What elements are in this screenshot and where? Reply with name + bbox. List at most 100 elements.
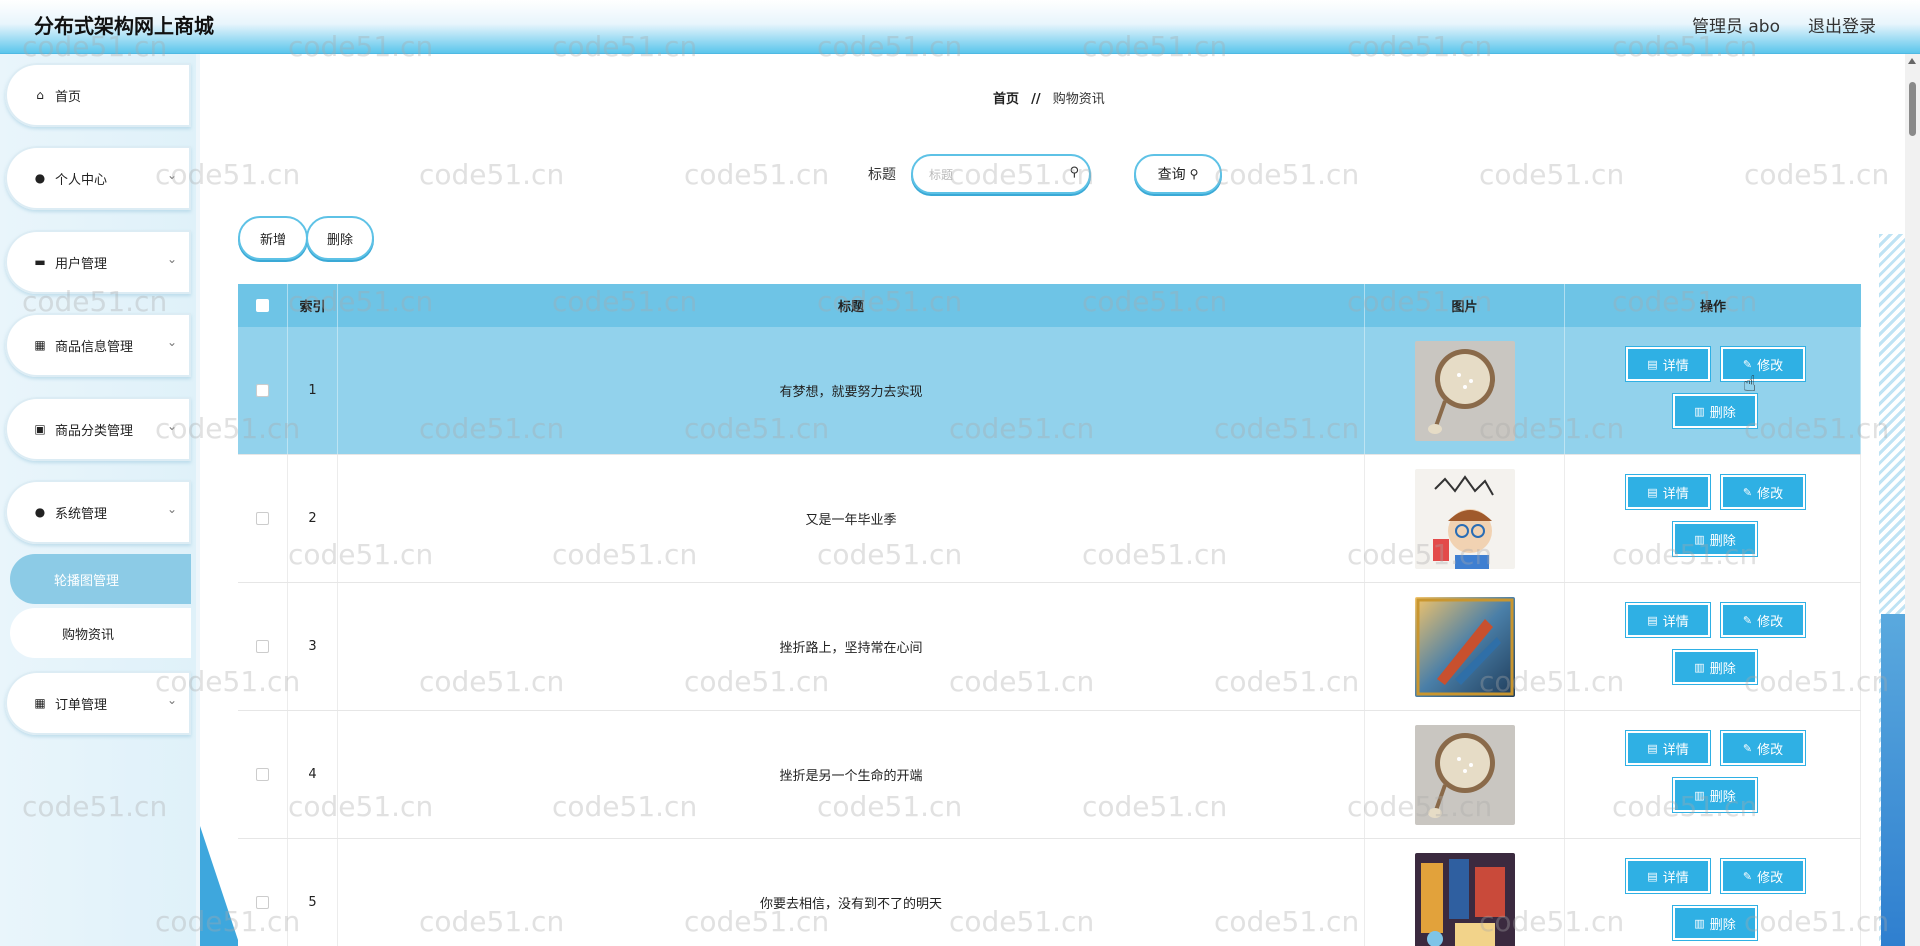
trash-icon: ▥ [1694, 916, 1705, 930]
pencil-icon: ✎ [1742, 357, 1753, 371]
rice-bowl-image [1414, 340, 1515, 441]
row-ops: ▤ 详情 ✎ 修改 ▥ 删除 [1565, 455, 1860, 582]
scroll-thumb[interactable] [1909, 82, 1916, 136]
row-image-cell [1365, 455, 1565, 582]
delete-button[interactable]: ▥ 删除 [1673, 906, 1757, 940]
search-label: 标题 [868, 167, 896, 183]
row-checkbox[interactable] [256, 768, 269, 781]
detail-button[interactable]: ▤ 详情 [1626, 731, 1710, 765]
person-icon: ● [34, 505, 46, 519]
row-ops-cell: ▤ 详情 ✎ 修改 ▥ 删除 [1565, 839, 1861, 946]
grid-icon: ▦ [34, 696, 46, 710]
sidebar-item-home[interactable]: ⌂ 首页 [5, 63, 191, 127]
decor-triangle [200, 826, 240, 946]
scroll-up-arrow-icon[interactable] [1908, 58, 1916, 64]
table-row[interactable]: 5 你要去相信，没有到不了的明天 ▤ 详情 ✎ 修改 ▥ 删除 [238, 839, 1861, 946]
edit-button[interactable]: ✎ 修改 [1721, 347, 1805, 381]
document-icon: ▤ [1647, 869, 1658, 883]
detail-button[interactable]: ▤ 详情 [1626, 859, 1710, 893]
header-index: 索引 [288, 284, 338, 327]
sidebar-subitem-carousel[interactable]: 轮播图管理 [10, 554, 191, 604]
edit-button[interactable]: ✎ 修改 [1721, 475, 1805, 509]
row-ops-cell: ▤ 详情 ✎ 修改 ▥ 删除 [1565, 711, 1861, 838]
detail-button[interactable]: ▤ 详情 [1626, 603, 1710, 637]
sidebar-item-personal-center[interactable]: ● 个人中心 ⌄ [5, 146, 191, 210]
chevron-down-icon: ⌄ [166, 168, 177, 182]
pencil-icon: ✎ [1742, 485, 1753, 499]
delete-button[interactable]: ▥ 删除 [1673, 522, 1757, 556]
delete-label: 删除 [1709, 405, 1736, 421]
trash-icon: ▥ [1694, 660, 1705, 674]
delete-button[interactable]: ▥ 删除 [1673, 778, 1757, 812]
rice-bowl-image [1414, 724, 1515, 825]
edit-button[interactable]: ✎ 修改 [1721, 859, 1805, 893]
add-button[interactable]: 新增 [238, 216, 308, 260]
table-row[interactable]: 4 挫折是另一个生命的开端 ▤ 详情 ✎ 修改 ▥ 删除 [238, 711, 1861, 839]
table-row[interactable]: 3 挫折路上，坚持常在心间 ▤ 详情 ✎ 修改 ▥ 删除 [238, 583, 1861, 711]
header-title: 标题 [338, 284, 1365, 327]
row-index: 2 [288, 455, 338, 582]
detail-label: 详情 [1662, 614, 1689, 630]
header-ops: 操作 [1699, 300, 1726, 315]
row-index: 4 [288, 711, 338, 838]
user-manage-icon: ▬ [34, 255, 46, 269]
header-image: 图片 [1365, 284, 1565, 327]
pencil-icon: ✎ [1742, 613, 1753, 627]
home-icon: ⌂ [36, 88, 44, 102]
breadcrumb-separator: // [1031, 92, 1041, 107]
row-checkbox[interactable] [256, 640, 269, 653]
row-ops: ▤ 详情 ✎ 修改 ▥ 删除 [1565, 327, 1860, 454]
logout-link[interactable]: 退出登录 [1808, 12, 1876, 37]
grid-icon: ▦ [34, 338, 46, 352]
row-index: 3 [288, 583, 338, 710]
delete-button[interactable]: ▥ 删除 [1673, 394, 1757, 428]
sidebar: ⌂ 首页 ● 个人中心 ⌄ ▬ 用户管理 ⌄ ▦ 商品信息管理 ⌄ ▣ 商品分类… [0, 54, 196, 946]
select-all-checkbox[interactable] [256, 299, 269, 312]
sidebar-item-orders[interactable]: ▦ 订单管理 ⌄ [5, 671, 191, 735]
document-icon: ▤ [1647, 357, 1658, 371]
row-ops: ▤ 详情 ✎ 修改 ▥ 删除 [1565, 839, 1860, 946]
table-row[interactable]: 1 有梦想，就要努力去实现 ▤ 详情 ✎ 修改 ▥ 删除 [238, 327, 1861, 455]
edit-label: 修改 [1757, 870, 1784, 886]
row-checkbox[interactable] [256, 512, 269, 525]
chevron-down-icon: ⌄ [166, 502, 177, 516]
search-icon: ⚲ [1189, 167, 1199, 181]
row-select-cell [238, 711, 288, 838]
row-ops-cell: ▤ 详情 ✎ 修改 ▥ 删除 [1565, 583, 1861, 710]
person-icon: ● [34, 171, 46, 185]
app-title: 分布式架构网上商城 [34, 14, 214, 38]
edit-label: 修改 [1757, 742, 1784, 758]
chevron-down-icon: ⌄ [166, 419, 177, 433]
query-button[interactable]: 查询 ⚲ [1134, 154, 1222, 194]
sidebar-item-user-management[interactable]: ▬ 用户管理 ⌄ [5, 230, 191, 294]
batch-delete-button[interactable]: 删除 [306, 216, 374, 260]
edit-button[interactable]: ✎ 修改 [1721, 603, 1805, 637]
detail-button[interactable]: ▤ 详情 [1626, 347, 1710, 381]
delete-button[interactable]: ▥ 删除 [1673, 650, 1757, 684]
edit-label: 修改 [1757, 486, 1784, 502]
page-scrollbar[interactable] [1905, 54, 1920, 946]
sidebar-item-product-info[interactable]: ▦ 商品信息管理 ⌄ [5, 313, 191, 377]
sidebar-item-product-category[interactable]: ▣ 商品分类管理 ⌄ [5, 397, 191, 461]
breadcrumb-home[interactable]: 首页 [993, 92, 1019, 107]
search-input[interactable] [927, 164, 1061, 186]
row-checkbox[interactable] [256, 896, 269, 909]
user-info: 管理员 abo [1691, 17, 1780, 37]
row-checkbox[interactable] [256, 384, 269, 397]
row-image-cell [1365, 839, 1565, 946]
detail-button[interactable]: ▤ 详情 [1626, 475, 1710, 509]
pencil-icon: ✎ [1742, 869, 1753, 883]
row-index: 5 [288, 839, 338, 946]
table-row[interactable]: 2 又是一年毕业季 ▤ 详情 ✎ 修改 ▥ 删除 [238, 455, 1861, 583]
row-image-cell [1365, 711, 1565, 838]
sidebar-item-system[interactable]: ● 系统管理 ⌄ [5, 480, 191, 544]
row-select-cell [238, 583, 288, 710]
row-ops-cell: ▤ 详情 ✎ 修改 ▥ 删除 [1565, 327, 1861, 454]
pencil-icon: ✎ [1742, 741, 1753, 755]
edit-button[interactable]: ✎ 修改 [1721, 731, 1805, 765]
document-icon: ▤ [1647, 613, 1658, 627]
delete-label: 删除 [1709, 789, 1736, 805]
sidebar-subitem-shopping-news[interactable]: 购物资讯 [10, 608, 191, 658]
cartoon-student-image [1414, 468, 1515, 569]
detail-label: 详情 [1662, 486, 1689, 502]
